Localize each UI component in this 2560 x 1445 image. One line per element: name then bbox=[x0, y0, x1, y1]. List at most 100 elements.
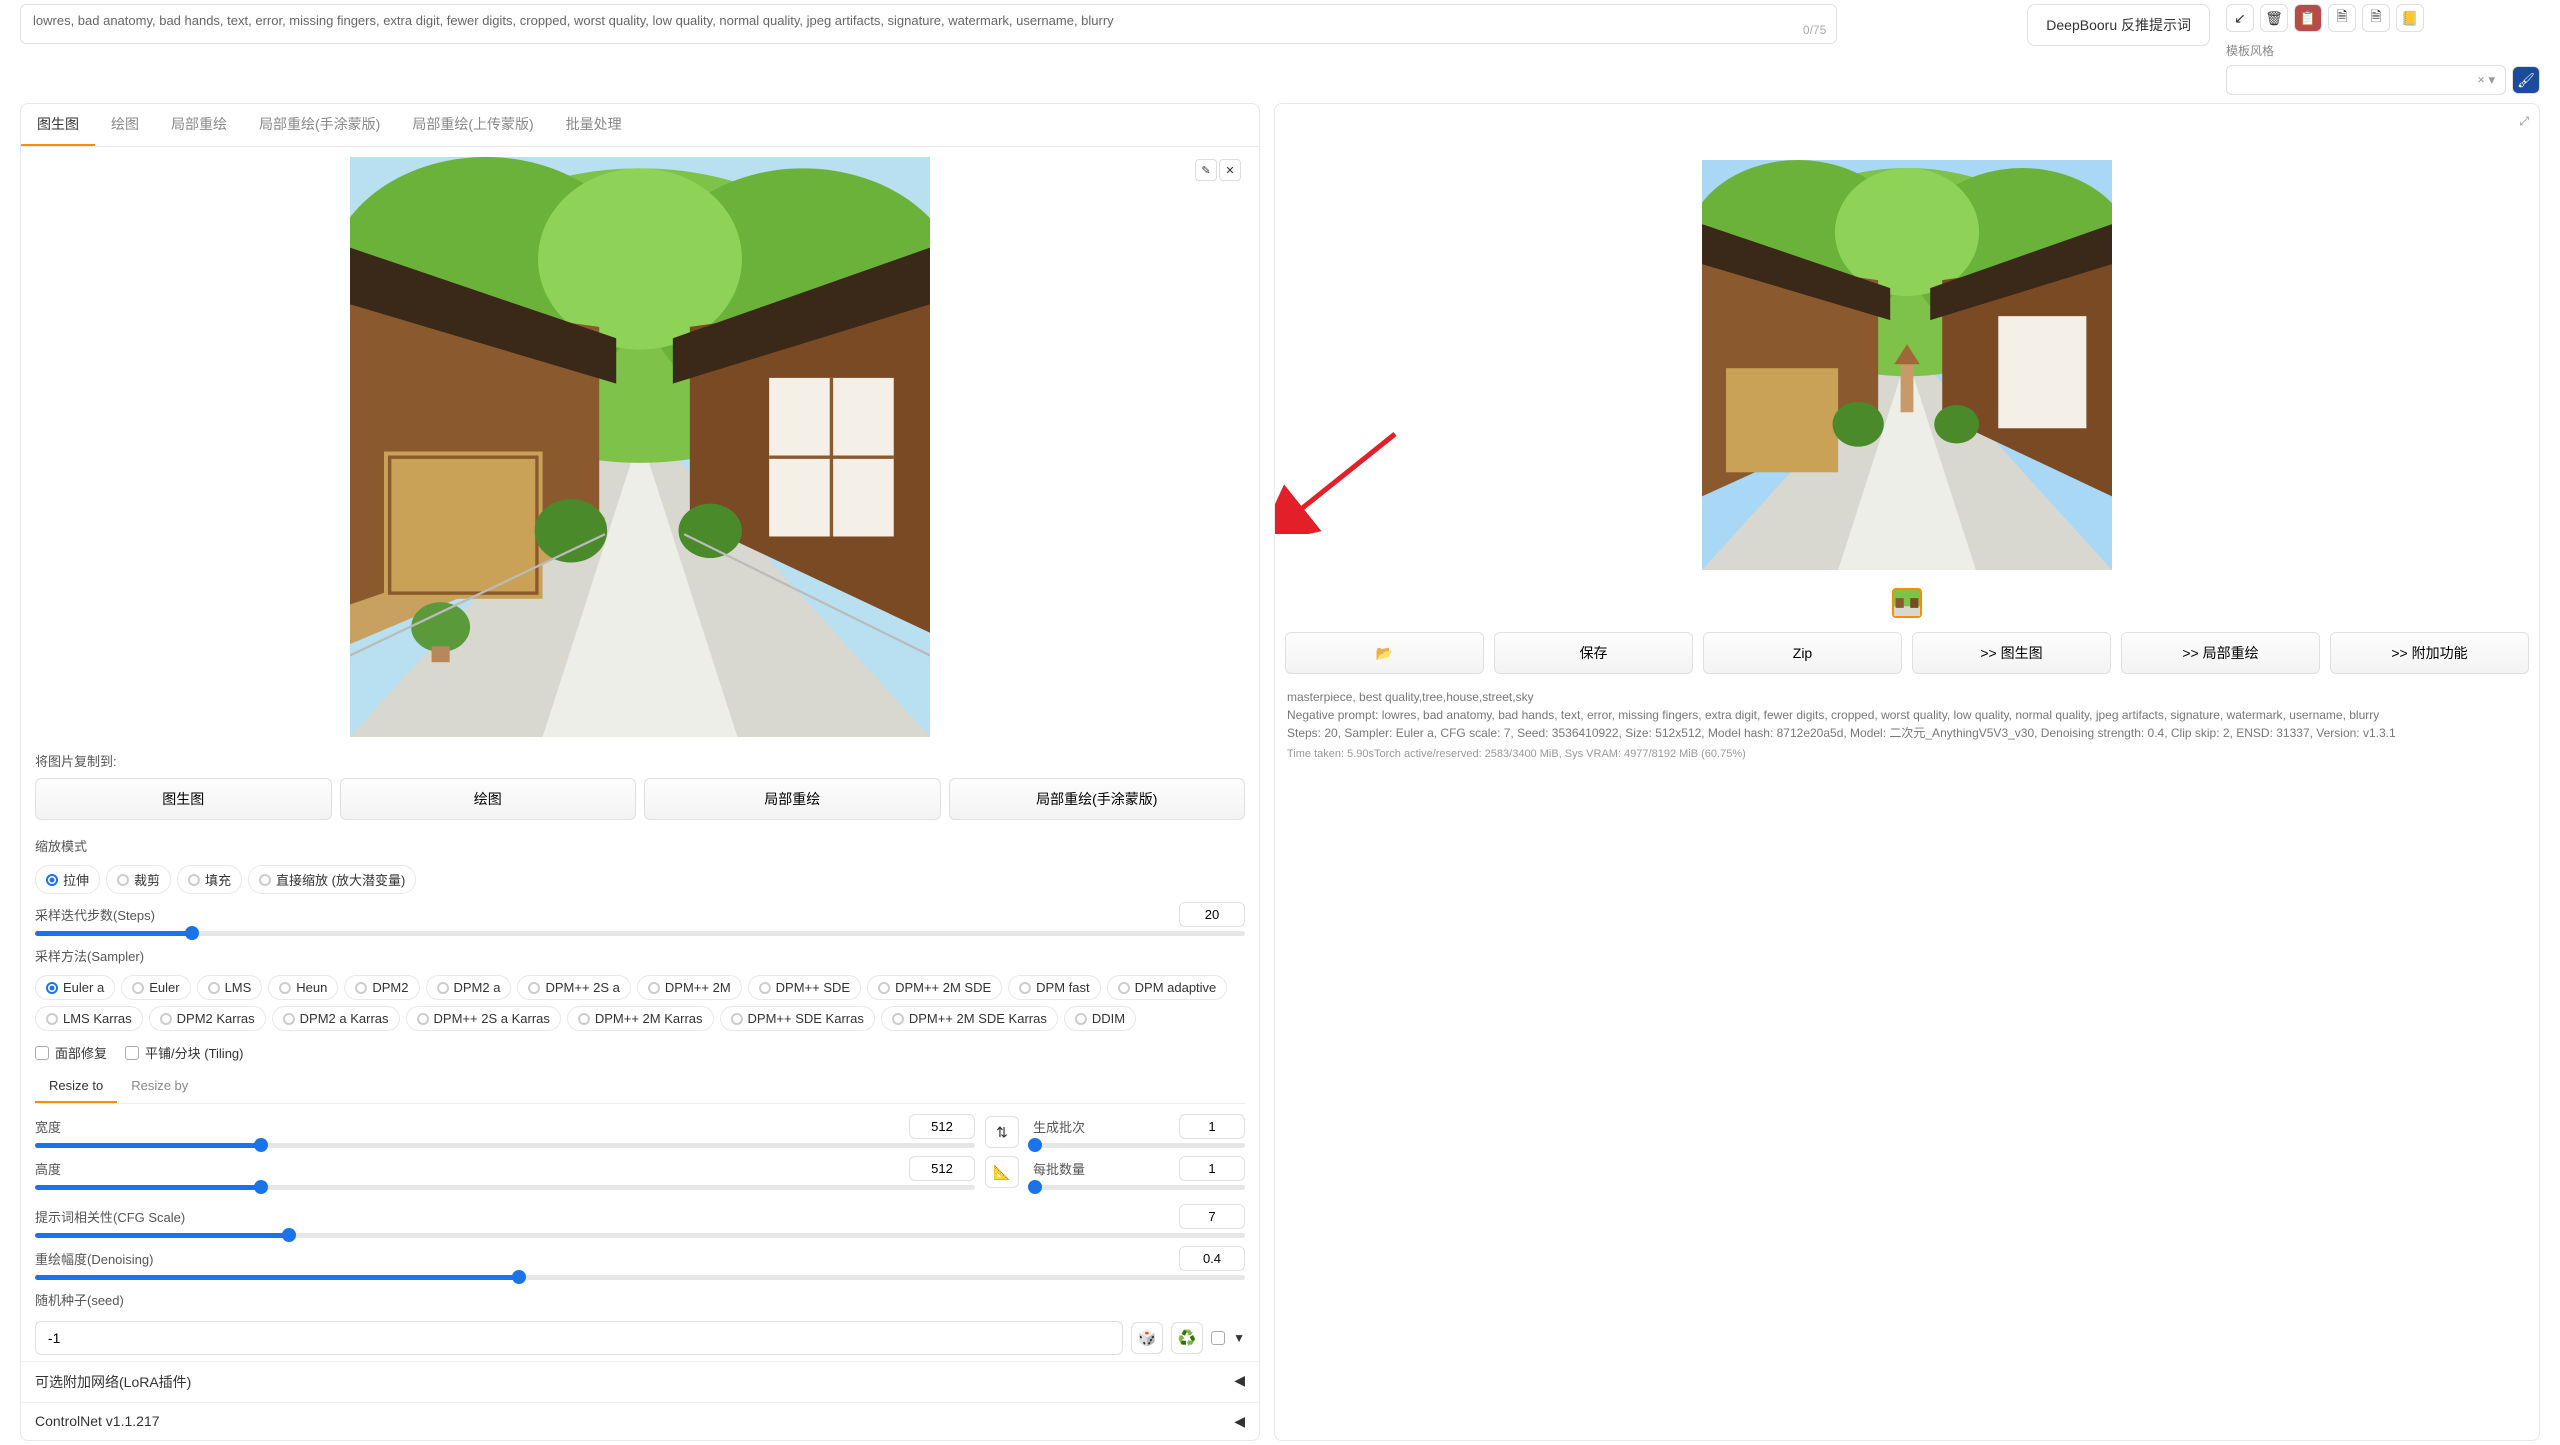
tab-img2img[interactable]: 图生图 bbox=[21, 104, 95, 146]
swap-dims-btn[interactable]: ⇅ bbox=[985, 1116, 1019, 1148]
denoise-value[interactable] bbox=[1179, 1246, 1245, 1271]
seed-random-btn[interactable]: 🎲 bbox=[1131, 1322, 1163, 1354]
seed-extra-check[interactable] bbox=[1211, 1331, 1225, 1345]
batch-size-value[interactable] bbox=[1179, 1156, 1245, 1181]
sampler-dpmfast[interactable]: DPM fast bbox=[1008, 975, 1100, 1000]
denoise-label: 重绘幅度(Denoising) bbox=[35, 1249, 153, 1268]
tab-inpaint[interactable]: 局部重绘 bbox=[155, 104, 243, 146]
resize-to-tab[interactable]: Resize to bbox=[35, 1070, 117, 1103]
style-select[interactable]: × ▾ bbox=[2226, 65, 2506, 95]
sampler-dpm2m[interactable]: DPM++ 2M bbox=[637, 975, 742, 1000]
copy-inpaint-btn[interactable]: 局部重绘 bbox=[644, 778, 941, 820]
sampler-dpmadaptive[interactable]: DPM adaptive bbox=[1107, 975, 1228, 1000]
width-label: 宽度 bbox=[35, 1117, 61, 1136]
sampler-euler[interactable]: Euler bbox=[121, 975, 190, 1000]
sampler-ddim[interactable]: DDIM bbox=[1064, 1006, 1136, 1031]
controlnet-accordion[interactable]: ControlNet v1.1.217◀ bbox=[21, 1402, 1259, 1440]
sampler-lms[interactable]: LMS bbox=[197, 975, 263, 1000]
height-value[interactable] bbox=[909, 1156, 975, 1181]
input-image-area[interactable]: ✎ ✕ bbox=[21, 147, 1259, 747]
output-thumbnail[interactable] bbox=[1892, 588, 1922, 618]
zip-btn[interactable]: Zip bbox=[1703, 632, 1902, 674]
sampler-dpm2a[interactable]: DPM2 a bbox=[426, 975, 512, 1000]
cfg-slider[interactable] bbox=[35, 1233, 1245, 1238]
negative-prompt-text: lowres, bad anatomy, bad hands, text, er… bbox=[33, 13, 1114, 28]
copy-img2img-btn[interactable]: 图生图 bbox=[35, 778, 332, 820]
style-label: 模板风格 bbox=[2226, 38, 2540, 59]
resize-latent[interactable]: 直接缩放 (放大潜变量) bbox=[248, 865, 416, 894]
lora-accordion[interactable]: 可选附加网络(LoRA插件)◀ bbox=[21, 1361, 1259, 1402]
seed-label: 随机种子(seed) bbox=[21, 1284, 1259, 1315]
tab-inpaint-sketch[interactable]: 局部重绘(手涂蒙版) bbox=[243, 104, 396, 146]
seed-input[interactable] bbox=[35, 1321, 1123, 1355]
tab-sketch[interactable]: 绘图 bbox=[95, 104, 155, 146]
send-extras-btn[interactable]: >> 附加功能 bbox=[2330, 632, 2529, 674]
clipboard-icon-btn[interactable]: 📋 bbox=[2294, 4, 2322, 32]
sampler-dpm2akarras[interactable]: DPM2 a Karras bbox=[272, 1006, 400, 1031]
tab-inpaint-upload[interactable]: 局部重绘(上传蒙版) bbox=[396, 104, 549, 146]
sampler-heun[interactable]: Heun bbox=[268, 975, 338, 1000]
collapse-output-icon[interactable]: ⤢ bbox=[2519, 114, 2529, 129]
resize-mode-radios: 拉伸 裁剪 填充 直接缩放 (放大潜变量) bbox=[21, 861, 1259, 898]
input-image bbox=[350, 157, 930, 737]
info-neg: Negative prompt: lowres, bad anatomy, ba… bbox=[1287, 706, 2527, 724]
sampler-dpm2sakarras[interactable]: DPM++ 2S a Karras bbox=[406, 1006, 561, 1031]
resize-fill[interactable]: 填充 bbox=[177, 865, 242, 894]
sampler-dpm2karras[interactable]: DPM2 Karras bbox=[149, 1006, 266, 1031]
arrow-icon-btn[interactable]: ↙ bbox=[2226, 4, 2254, 32]
steps-value[interactable] bbox=[1179, 902, 1245, 927]
resize-by-tab[interactable]: Resize by bbox=[117, 1070, 202, 1103]
deepbooru-button[interactable]: DeepBooru 反推提示词 bbox=[2027, 4, 2210, 46]
sampler-eulera[interactable]: Euler a bbox=[35, 975, 115, 1000]
book-icon-btn[interactable]: 📒 bbox=[2396, 4, 2424, 32]
width-value[interactable] bbox=[909, 1114, 975, 1139]
sampler-radios: Euler aEuler LMSHeunDPM2 DPM2 aDPM++ 2S a D… bbox=[21, 971, 1259, 1035]
sampler-dpmsde[interactable]: DPM++ SDE bbox=[748, 975, 861, 1000]
denoise-slider[interactable] bbox=[35, 1275, 1245, 1280]
copy-inpaint-sketch-btn[interactable]: 局部重绘(手涂蒙版) bbox=[949, 778, 1246, 820]
tab-batch[interactable]: 批量处理 bbox=[550, 104, 638, 146]
resize-crop[interactable]: 裁剪 bbox=[106, 865, 171, 894]
batch-size-label: 每批数量 bbox=[1033, 1159, 1085, 1178]
sampler-lmskarras[interactable]: LMS Karras bbox=[35, 1006, 143, 1031]
resize-mode-label: 缩放模式 bbox=[21, 830, 1259, 861]
open-folder-btn[interactable]: 📂 bbox=[1285, 632, 1484, 674]
steps-slider[interactable] bbox=[35, 931, 1245, 936]
sampler-dpm2[interactable]: DPM2 bbox=[344, 975, 419, 1000]
clear-image-icon[interactable]: ✕ bbox=[1219, 159, 1241, 181]
trash-icon-btn[interactable]: 🗑 bbox=[2260, 4, 2288, 32]
send-inpaint-btn[interactable]: >> 局部重绘 bbox=[2121, 632, 2320, 674]
sampler-dpmsdekarras[interactable]: DPM++ SDE Karras bbox=[720, 1006, 875, 1031]
chevron-left-icon: ◀ bbox=[1234, 1413, 1245, 1430]
sampler-dpm2mkarras[interactable]: DPM++ 2M Karras bbox=[567, 1006, 714, 1031]
seed-extra-caret[interactable]: ▼ bbox=[1233, 1331, 1245, 1345]
sampler-dpm2msde[interactable]: DPM++ 2M SDE bbox=[867, 975, 1002, 1000]
height-label: 高度 bbox=[35, 1159, 61, 1178]
width-slider[interactable] bbox=[35, 1143, 975, 1148]
save-btn[interactable]: 保存 bbox=[1494, 632, 1693, 674]
ruler-btn[interactable]: 📐 bbox=[985, 1156, 1019, 1188]
tiling-check[interactable]: 平铺/分块 (Tiling) bbox=[125, 1043, 243, 1062]
height-slider[interactable] bbox=[35, 1185, 975, 1190]
copy-sketch-btn[interactable]: 绘图 bbox=[340, 778, 637, 820]
sampler-dpm2sa[interactable]: DPM++ 2S a bbox=[517, 975, 630, 1000]
info-params: Steps: 20, Sampler: Euler a, CFG scale: … bbox=[1287, 724, 2527, 742]
cfg-value[interactable] bbox=[1179, 1204, 1245, 1229]
sampler-label: 采样方法(Sampler) bbox=[21, 940, 1259, 971]
batch-count-slider[interactable] bbox=[1033, 1143, 1245, 1148]
negative-prompt-textarea[interactable]: lowres, bad anatomy, bad hands, text, er… bbox=[20, 4, 1837, 44]
left-panel: 图生图 绘图 局部重绘 局部重绘(手涂蒙版) 局部重绘(上传蒙版) 批量处理 ✎… bbox=[20, 103, 1260, 1441]
edit-image-icon[interactable]: ✎ bbox=[1195, 159, 1217, 181]
send-img2img-btn[interactable]: >> 图生图 bbox=[1912, 632, 2111, 674]
seed-reuse-btn[interactable]: ♻️ bbox=[1171, 1322, 1203, 1354]
copy-to-label: 将图片复制到: bbox=[21, 747, 1259, 774]
batch-count-value[interactable] bbox=[1179, 1114, 1245, 1139]
sampler-dpm2msdekarras[interactable]: DPM++ 2M SDE Karras bbox=[881, 1006, 1058, 1031]
style-apply-btn[interactable]: 🖌 bbox=[2512, 66, 2540, 94]
restore-faces-check[interactable]: 面部修复 bbox=[35, 1043, 107, 1062]
file-icon-btn[interactable]: 🗎 bbox=[2328, 4, 2356, 32]
batch-size-slider[interactable] bbox=[1033, 1185, 1245, 1190]
output-image[interactable] bbox=[1702, 160, 2112, 570]
resize-stretch[interactable]: 拉伸 bbox=[35, 865, 100, 894]
file2-icon-btn[interactable]: 🗎 bbox=[2362, 4, 2390, 32]
